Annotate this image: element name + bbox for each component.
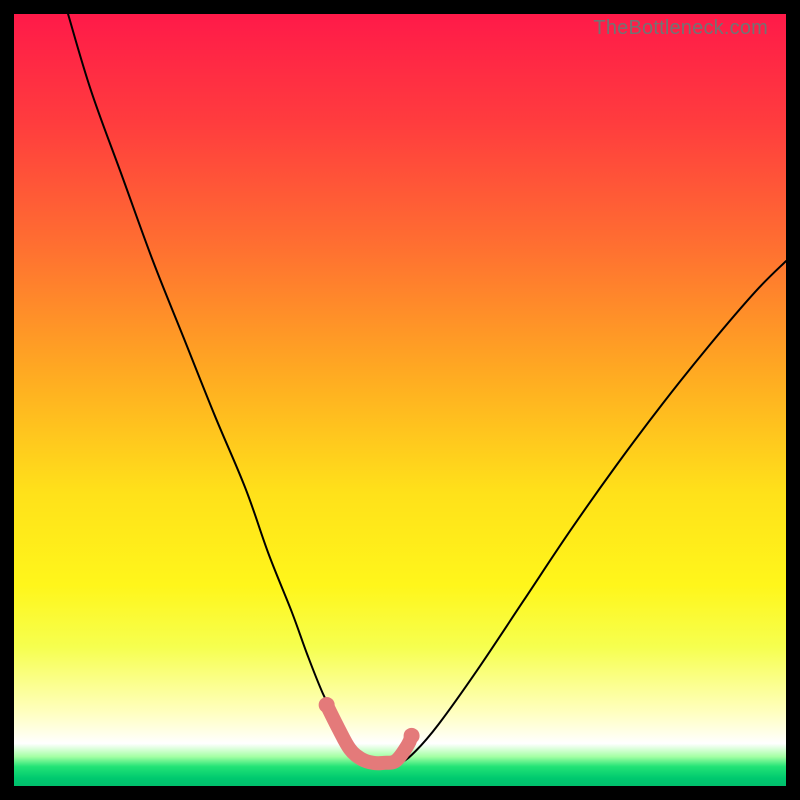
gradient-background	[14, 14, 786, 786]
bottleneck-chart	[14, 14, 786, 786]
chart-frame: TheBottleneck.com	[14, 14, 786, 786]
watermark-text: TheBottleneck.com	[593, 17, 768, 40]
